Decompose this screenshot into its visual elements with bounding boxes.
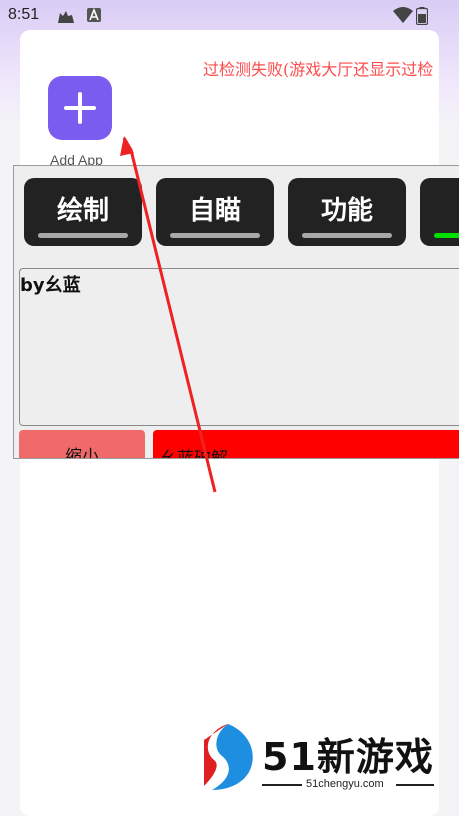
watermark-logo-icon — [204, 724, 253, 790]
watermark: 51新游戏 51chengyu.com — [200, 720, 440, 800]
watermark-title: 51新游戏 — [262, 735, 434, 779]
watermark-url: 51chengyu.com — [306, 778, 384, 790]
watermark-divider — [262, 784, 302, 786]
annotation-arrow-icon — [120, 136, 217, 493]
watermark-divider — [396, 784, 434, 786]
